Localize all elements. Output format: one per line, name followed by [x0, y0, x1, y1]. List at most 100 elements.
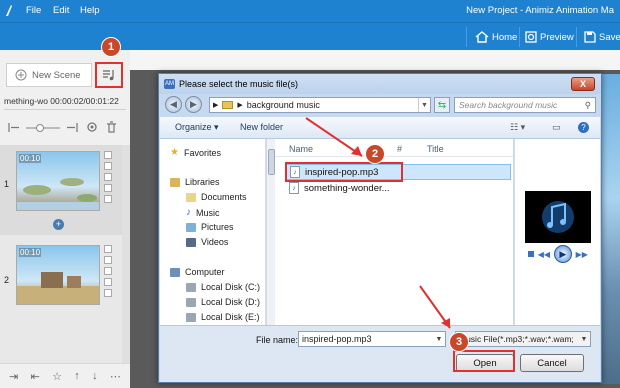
gear-icon[interactable]: [86, 121, 98, 133]
nav-drive-d[interactable]: Local Disk (D:): [186, 297, 260, 307]
breadcrumb-arrow-icon: ▶: [213, 102, 219, 109]
step3-arrow-icon: [419, 285, 451, 329]
scene-thumbnail[interactable]: 00:10: [16, 245, 100, 305]
audio-file-icon: ♪: [289, 182, 299, 194]
arrow-down-icon[interactable]: ↓: [92, 370, 98, 382]
previous-icon[interactable]: ◀◀: [538, 250, 550, 259]
address-path: background music: [246, 100, 320, 110]
cancel-button[interactable]: Cancel: [520, 354, 584, 372]
file-item[interactable]: ♪ something-wonder...: [285, 180, 511, 196]
search-input[interactable]: Search background music ⚲: [454, 97, 596, 113]
menu-edit[interactable]: Edit: [53, 5, 69, 16]
media-preview: [525, 191, 591, 243]
dialog-title: Please select the music file(s): [179, 79, 299, 89]
media-controls: ◀◀ ▶ ▶▶: [525, 243, 591, 265]
next-icon[interactable]: ▶▶: [576, 250, 588, 259]
menu-file[interactable]: File: [26, 5, 41, 16]
dialog-title-bar: AM Please select the music file(s) X: [159, 74, 601, 94]
drive-icon: [186, 297, 196, 307]
save-icon: [584, 31, 596, 43]
add-scene-icon[interactable]: +: [53, 219, 64, 230]
step3-highlight: [453, 350, 515, 372]
preview-button[interactable]: Preview: [520, 23, 579, 51]
folder-icon: [222, 101, 234, 109]
stop-icon[interactable]: [528, 251, 534, 257]
music-progress-bar: [4, 109, 126, 110]
command-bar: Organize ▾ New folder ☷ ▾ ▭ ?: [160, 117, 600, 139]
forward-button[interactable]: ▶: [185, 96, 202, 113]
new-scene-button[interactable]: New Scene: [6, 63, 92, 87]
nav-pictures[interactable]: Pictures: [186, 222, 234, 232]
nav-computer[interactable]: Computer: [170, 267, 225, 277]
save-label: Save: [599, 31, 620, 43]
music-track-row[interactable]: mething-wo 00:00:02/00:01:22: [4, 96, 126, 110]
documents-icon: [186, 192, 196, 202]
help-icon[interactable]: ?: [578, 122, 589, 133]
videos-icon: [186, 237, 196, 247]
scene-item[interactable]: 2 00:10: [0, 239, 122, 329]
scene-number: 1: [4, 179, 10, 189]
refresh-button[interactable]: ⇆: [434, 97, 450, 113]
file-name-value: inspired-pop.mp3: [302, 334, 372, 344]
play-button[interactable]: ▶: [553, 245, 572, 263]
nav-drive-e[interactable]: Local Disk (E:): [186, 312, 260, 322]
volume-slider-handle[interactable]: [36, 124, 44, 132]
preview-label: Preview: [540, 31, 574, 43]
fade-out-icon[interactable]: [66, 122, 78, 133]
close-button[interactable]: X: [571, 77, 595, 91]
arrow-up-icon[interactable]: ↑: [74, 370, 80, 382]
nav-videos[interactable]: Videos: [186, 237, 228, 247]
nav-documents[interactable]: Documents: [186, 192, 247, 202]
scene-list-scrollbar[interactable]: [122, 145, 130, 363]
column-number[interactable]: #: [397, 144, 402, 154]
more-icon[interactable]: ⋯: [110, 370, 121, 383]
scene-duration: 00:10: [19, 154, 42, 163]
star-icon[interactable]: ☆: [52, 370, 62, 383]
new-scene-label: New Scene: [32, 69, 81, 81]
chevron-down-icon[interactable]: ▼: [418, 98, 430, 112]
pictures-icon: [186, 222, 196, 232]
scene-actions: [104, 245, 114, 300]
organize-button[interactable]: Organize ▾: [175, 122, 219, 133]
app-logo-icon: [6, 5, 12, 16]
preview-icon: [525, 31, 537, 43]
home-button[interactable]: Home: [470, 23, 522, 51]
save-button[interactable]: Save: [579, 23, 620, 51]
dialog-footer: File name: inspired-pop.mp3 ▼ Music File…: [160, 325, 600, 382]
trash-icon[interactable]: [106, 121, 117, 133]
music-icon: ♪: [186, 207, 191, 218]
view-options-icon[interactable]: ☷ ▾: [510, 122, 525, 133]
file-type-select[interactable]: Music File(*.mp3;*.wav;*.wam; ▼: [455, 331, 591, 347]
nav-music[interactable]: ♪ Music: [186, 207, 220, 218]
import-icon[interactable]: ⇥: [9, 370, 18, 383]
chevron-down-icon[interactable]: ▼: [578, 336, 590, 343]
address-bar: ◀ ▶ ▶ ▶ background music ▼ ⇆ Search back…: [159, 94, 601, 116]
music-controls: [4, 120, 126, 136]
menu-help[interactable]: Help: [80, 5, 100, 16]
preview-pane-icon[interactable]: ▭: [552, 122, 561, 133]
scrollbar-thumb[interactable]: [268, 149, 275, 175]
navigation-scrollbar[interactable]: [266, 139, 275, 325]
back-button[interactable]: ◀: [165, 96, 182, 113]
search-placeholder: Search background music: [459, 100, 558, 110]
column-title[interactable]: Title: [427, 144, 444, 154]
music-track-label: mething-wo 00:00:02/00:01:22: [4, 96, 119, 106]
nav-computer-label: Computer: [185, 267, 225, 277]
nav-drive-c[interactable]: Local Disk (C:): [186, 282, 260, 292]
step1-badge: 1: [101, 37, 121, 57]
export-icon[interactable]: ⇤: [31, 370, 40, 383]
music-preview-icon: [542, 201, 574, 233]
plus-circle-icon: [15, 69, 27, 81]
fade-in-icon[interactable]: [8, 122, 20, 133]
nav-drive-e-label: Local Disk (E:): [201, 312, 260, 322]
nav-libraries[interactable]: Libraries: [170, 177, 220, 187]
music-file-dialog: AM Please select the music file(s) X ◀ ▶…: [158, 73, 602, 383]
nav-favorites-label: Favorites: [183, 147, 221, 158]
nav-drive-d-label: Local Disk (D:): [201, 297, 261, 307]
nav-favorites[interactable]: ★ Favorites: [170, 147, 221, 158]
scene-thumbnail[interactable]: 00:10: [16, 151, 100, 211]
step1-highlight: [95, 62, 123, 88]
drive-icon: [186, 282, 196, 292]
libraries-icon: [170, 177, 180, 187]
new-folder-button[interactable]: New folder: [240, 122, 283, 132]
